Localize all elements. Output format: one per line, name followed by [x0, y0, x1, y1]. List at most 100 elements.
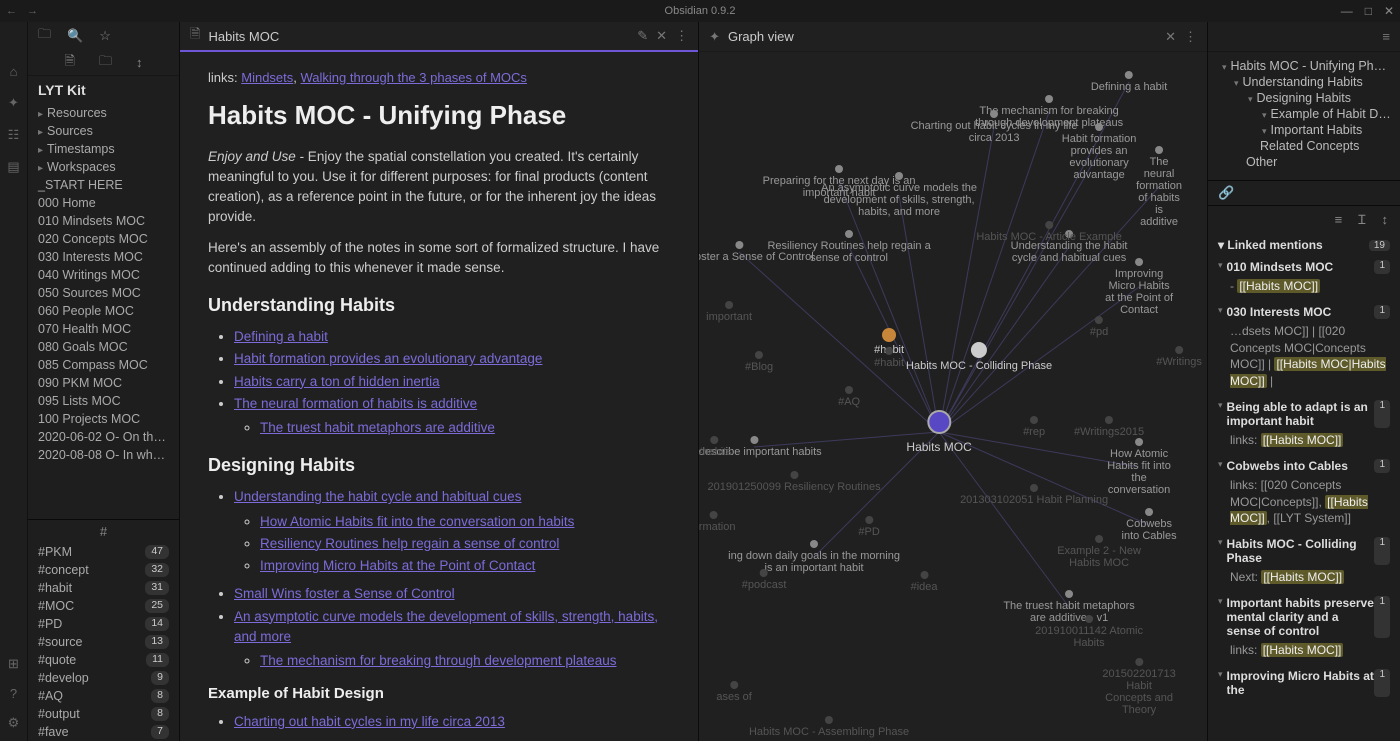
backlinks-tab-icon[interactable]: 🔗 [1218, 185, 1234, 201]
app-title: Obsidian 0.9.2 [665, 5, 736, 17]
link[interactable]: Habit formation provides an evolutionary… [234, 351, 542, 366]
nav-back-icon[interactable]: ← [6, 5, 17, 17]
daily-note-icon[interactable]: ☷ [8, 127, 20, 143]
link[interactable]: Resiliency Routines help regain a sense … [260, 536, 559, 551]
link-mindsets[interactable]: Mindsets [241, 70, 293, 85]
left-ribbon: ⌂ ✦ ☷ ▤ ⊞ ? ⚙ [0, 22, 28, 741]
file-item[interactable]: 2020-06-02 O- On the proc [32, 428, 175, 446]
tag-row[interactable]: #quote11 [28, 651, 179, 669]
tag-row[interactable]: #source13 [28, 633, 179, 651]
folder-item[interactable]: Sources [32, 122, 175, 140]
help-icon[interactable]: ? [10, 686, 17, 701]
outline-item[interactable]: Important Habits [1216, 122, 1392, 138]
graph-menu-icon[interactable]: ⋮ [1184, 29, 1197, 45]
files-tab-icon[interactable]: 🗀 [38, 25, 51, 47]
file-item[interactable]: 010 Mindsets MOC [32, 212, 175, 230]
maximize-icon[interactable]: □ [1365, 4, 1372, 18]
tag-row[interactable]: #MOC25 [28, 597, 179, 615]
file-item[interactable]: 040 Writings MOC [32, 266, 175, 284]
tag-row[interactable]: #habit31 [28, 579, 179, 597]
h2-understanding: Understanding Habits [208, 292, 670, 319]
edit-icon[interactable]: ✎ [637, 28, 648, 44]
link[interactable]: The truest habit metaphors are additive [260, 420, 495, 435]
file-item[interactable]: 030 Interests MOC [32, 248, 175, 266]
backlink-item[interactable]: 010 Mindsets MOC1 [1216, 256, 1392, 276]
vault-icon[interactable]: ⊞ [8, 656, 19, 672]
sort-backlinks-icon[interactable]: ↕ [1382, 212, 1389, 227]
new-folder-icon[interactable]: 🗀 [99, 52, 112, 74]
note-editor[interactable]: links: Mindsets, Walking through the 3 p… [180, 52, 698, 741]
folder-item[interactable]: Resources [32, 104, 175, 122]
linked-mentions-count: 19 [1369, 240, 1390, 251]
sort-icon[interactable]: ↕ [136, 55, 143, 70]
outline-item[interactable]: Related Concepts [1216, 138, 1392, 154]
link[interactable]: Defining a habit [234, 329, 328, 344]
tag-pane-icon[interactable]: # [28, 520, 179, 543]
link-walking[interactable]: Walking through the 3 phases of MOCs [301, 70, 527, 85]
file-item[interactable]: 090 PKM MOC [32, 374, 175, 392]
file-item[interactable]: 2020-08-08 O- In what way [32, 446, 175, 464]
close-graph-icon[interactable]: ✕ [1165, 29, 1176, 45]
link[interactable]: An asymptotic curve models the developme… [234, 609, 658, 644]
tag-row[interactable]: #fave7 [28, 723, 179, 741]
nav-forward-icon[interactable]: → [27, 5, 38, 17]
tag-row[interactable]: #develop9 [28, 669, 179, 687]
backlinks-pane: ▾ Linked mentions 19 010 Mindsets MOC1- … [1208, 232, 1400, 741]
tag-row[interactable]: #output8 [28, 705, 179, 723]
link[interactable]: Understanding the habit cycle and habitu… [234, 489, 521, 504]
link[interactable]: Charting out habit cycles in my life cir… [234, 714, 505, 729]
backlink-snippet: links: [[020 Concepts MOC|Concepts]], [[… [1216, 475, 1392, 533]
tag-row[interactable]: #PD14 [28, 615, 179, 633]
template-icon[interactable]: ▤ [7, 159, 19, 175]
file-item[interactable]: 080 Goals MOC [32, 338, 175, 356]
graph-tab-title: Graph view [728, 29, 794, 44]
outline-tab-icon[interactable]: ≡ [1382, 29, 1390, 44]
minimize-icon[interactable]: — [1341, 4, 1353, 18]
file-item[interactable]: 085 Compass MOC [32, 356, 175, 374]
quick-switcher-icon[interactable]: ⌂ [10, 64, 18, 79]
backlink-item[interactable]: Cobwebs into Cables1 [1216, 455, 1392, 475]
graph-tab-header: ✦ Graph view ✕ ⋮ [699, 22, 1207, 52]
backlink-item[interactable]: Habits MOC - Colliding Phase1 [1216, 533, 1392, 567]
outline-item[interactable]: Other [1216, 154, 1392, 170]
file-item[interactable]: 070 Health MOC [32, 320, 175, 338]
search-tab-icon[interactable]: 🔍 [67, 28, 83, 44]
file-tree[interactable]: ResourcesSourcesTimestampsWorkspaces_STA… [28, 102, 179, 519]
file-item[interactable]: 050 Sources MOC [32, 284, 175, 302]
file-item[interactable]: 095 Lists MOC [32, 392, 175, 410]
graph-icon[interactable]: ✦ [8, 95, 19, 111]
link[interactable]: Habits carry a ton of hidden inertia [234, 374, 440, 389]
link[interactable]: The mechanism for breaking through devel… [260, 653, 616, 668]
linked-mentions-label: Linked mentions [1227, 238, 1322, 252]
file-item[interactable]: 060 People MOC [32, 302, 175, 320]
new-note-icon[interactable]: 🗎 [65, 52, 75, 74]
settings-icon[interactable]: ⚙ [8, 715, 20, 731]
link[interactable]: How Atomic Habits fit into the conversat… [260, 514, 574, 529]
tag-row[interactable]: #concept32 [28, 561, 179, 579]
file-item[interactable]: 020 Concepts MOC [32, 230, 175, 248]
outline-item[interactable]: Understanding Habits [1216, 74, 1392, 90]
tag-row[interactable]: #AQ8 [28, 687, 179, 705]
starred-tab-icon[interactable]: ☆ [99, 28, 111, 44]
outline-item[interactable]: Habits MOC - Unifying Phase [1216, 58, 1392, 74]
file-item[interactable]: 000 Home [32, 194, 175, 212]
close-pane-icon[interactable]: ✕ [656, 28, 667, 44]
tag-row[interactable]: #PKM47 [28, 543, 179, 561]
outline-item[interactable]: Designing Habits [1216, 90, 1392, 106]
file-item[interactable]: 100 Projects MOC [32, 410, 175, 428]
backlink-item[interactable]: Improving Micro Habits at the1 [1216, 665, 1392, 699]
backlink-item[interactable]: Being able to adapt is an important habi… [1216, 396, 1392, 430]
backlink-item[interactable]: Important habits preserve mental clarity… [1216, 592, 1392, 640]
backlink-item[interactable]: 030 Interests MOC1 [1216, 301, 1392, 321]
close-icon[interactable]: ✕ [1384, 4, 1394, 18]
file-item[interactable]: _START HERE [32, 176, 175, 194]
link[interactable]: Improving Micro Habits at the Point of C… [260, 558, 535, 573]
pane-menu-icon[interactable]: ⋮ [675, 28, 688, 44]
collapse-icon[interactable]: ≡ [1335, 212, 1343, 227]
folder-item[interactable]: Timestamps [32, 140, 175, 158]
folder-item[interactable]: Workspaces [32, 158, 175, 176]
link[interactable]: Small Wins foster a Sense of Control [234, 586, 455, 601]
graph-canvas[interactable]: Habits MOCHabits MOC - Colliding Phase#h… [699, 52, 1207, 741]
outline-item[interactable]: Example of Habit Design [1216, 106, 1392, 122]
link[interactable]: The neural formation of habits is additi… [234, 396, 477, 411]
